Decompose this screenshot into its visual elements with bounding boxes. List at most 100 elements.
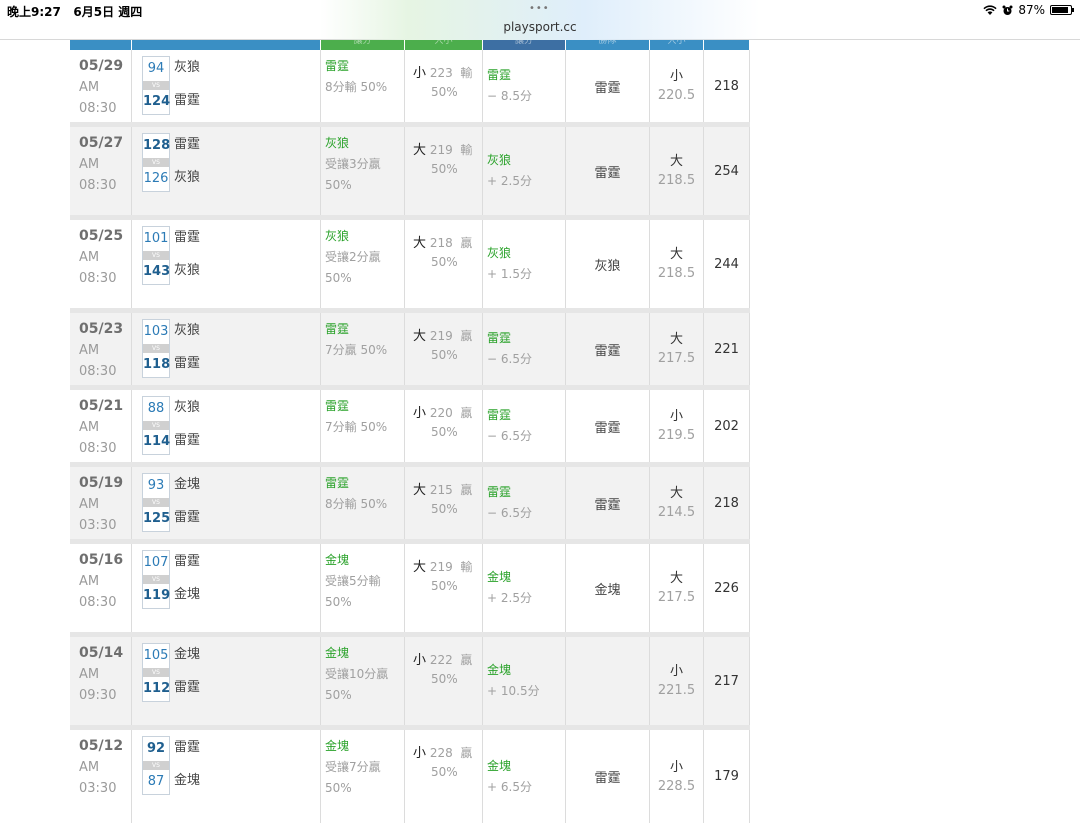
pick-line: + 2.5分: [487, 591, 532, 605]
tab-overflow-dots-icon[interactable]: •••: [529, 3, 550, 14]
away-score: 93: [147, 478, 165, 493]
header-ou[interactable]: 大小: [405, 40, 483, 50]
home-team[interactable]: 雷霆: [174, 506, 200, 530]
table-row[interactable]: 05/29 AM 08:30 94 VS 124 灰狼 雷霆 雷霆 8分輸 50% 小 223 輸5…: [70, 50, 750, 127]
vs-label: VS: [143, 344, 169, 353]
address-bar-url[interactable]: playsport.cc: [0, 20, 1080, 34]
header-score: [132, 40, 321, 50]
spread-team: 雷霆: [325, 59, 350, 73]
spread-team: 灰狼: [325, 136, 350, 150]
battery-percent: 87%: [1018, 3, 1045, 17]
ou-result: 贏: [460, 406, 473, 420]
table-row[interactable]: 05/25 AM 08:30 101 VS 143 雷霆 灰狼 灰狼 受讓2分贏 50% 大 218 …: [70, 220, 750, 313]
home-score: 119: [143, 588, 171, 603]
score-cell[interactable]: 93 VS 125 金塊 雷霆: [132, 467, 321, 539]
header-winner[interactable]: 勝隊: [566, 40, 650, 50]
home-team[interactable]: 金塊: [174, 583, 200, 607]
table-row[interactable]: 05/14 AM 09:30 105 VS 112 金塊 雷霆 金塊 受讓10分贏 50% 小 222…: [70, 637, 750, 730]
over-under-cell: 大 219 贏 50%: [405, 313, 483, 385]
away-team[interactable]: 雷霆: [174, 133, 200, 157]
spread-pick-cell: 雷霆 − 6.5分: [483, 390, 566, 462]
home-team[interactable]: 金塊: [174, 769, 200, 793]
spread-detail: 受讓2分贏: [325, 250, 381, 264]
score-cell[interactable]: 105 VS 112 金塊 雷霆: [132, 637, 321, 725]
score-box: 105 VS 112: [142, 643, 170, 702]
home-team[interactable]: 灰狼: [174, 259, 200, 283]
game-date-cell: 05/19 AM 03:30: [70, 467, 132, 539]
table-row[interactable]: 05/19 AM 03:30 93 VS 125 金塊 雷霆 雷霆 8分輸 50% 大 215 贏5…: [70, 467, 750, 544]
score-cell[interactable]: 101 VS 143 雷霆 灰狼: [132, 220, 321, 308]
score-box: 88 VS 114: [142, 396, 170, 455]
table-body: 05/29 AM 08:30 94 VS 124 灰狼 雷霆 雷霆 8分輸 50% 小 223 輸5…: [70, 50, 750, 823]
ou-percent: 50%: [431, 579, 458, 593]
score-cell[interactable]: 128 VS 126 雷霆 灰狼: [132, 127, 321, 215]
score-cell[interactable]: 88 VS 114 灰狼雷霆: [132, 390, 321, 462]
home-score: 143: [143, 264, 171, 279]
team-names: 雷霆 金塊: [174, 736, 200, 793]
team-names: 雷霆 灰狼: [174, 133, 200, 190]
score-cell[interactable]: 103 VS 118 灰狼 雷霆: [132, 313, 321, 385]
total-points-cell: 244: [704, 220, 750, 308]
status-date: 6月5日 週四: [73, 5, 143, 19]
table-row[interactable]: 05/21 AM 08:30 88 VS 114 灰狼 雷霆 雷霆 7分輸 50% 小 220 贏5…: [70, 390, 750, 467]
away-team[interactable]: 灰狼: [174, 396, 200, 420]
pick-team: 金塊: [487, 663, 512, 677]
away-team[interactable]: 金塊: [174, 473, 200, 497]
pick-team: 雷霆: [487, 408, 512, 422]
away-team[interactable]: 雷霆: [174, 226, 200, 250]
home-team[interactable]: 雷霆: [174, 676, 200, 700]
spread-team: 金塊: [325, 646, 350, 660]
table-header: 讓分 大小 讓分 勝隊 大小: [70, 40, 750, 50]
table-row[interactable]: 05/16 AM 08:30 107 VS 119 雷霆 金塊 金塊 受讓5分輸 50% 大 219 …: [70, 544, 750, 637]
pick-line: + 6.5分: [487, 779, 532, 794]
away-team[interactable]: 灰狼: [174, 56, 200, 80]
total-line-cell: 小 228.5: [650, 730, 704, 823]
total-line-cell: 小 219.5: [650, 390, 704, 462]
ou-direction: 大: [413, 329, 427, 344]
spread-result-cell: 灰狼 受讓2分贏 50%: [321, 220, 405, 308]
vs-label: VS: [143, 498, 169, 507]
pick-line: − 6.5分: [487, 506, 532, 520]
vs-label: VS: [143, 668, 169, 677]
spread-pick-cell: 灰狼 + 2.5分: [483, 127, 566, 215]
vs-label: VS: [143, 158, 169, 167]
spread-result-cell: 金塊 受讓7分贏 50%: [321, 730, 405, 823]
team-names: 金塊 雷霆: [174, 643, 200, 700]
score-cell[interactable]: 107 VS 119 雷霆 金塊: [132, 544, 321, 632]
ou-value: 228: [429, 746, 453, 760]
winner-cell: 雷霆: [566, 390, 650, 462]
line-value: 221.5: [657, 683, 696, 698]
line-direction: 小: [669, 759, 683, 775]
spread-pick-cell: 雷霆 − 8.5分: [483, 50, 566, 122]
game-ampm: AM: [79, 667, 100, 682]
home-team[interactable]: 雷霆: [174, 89, 200, 113]
table-row[interactable]: 05/23 AM 08:30 103 VS 118 灰狼 雷霆 雷霆 7分贏 50% 大 219 贏…: [70, 313, 750, 390]
table-row[interactable]: 05/12 AM 03:30 92 VS 87 雷霆 金塊 金塊 受讓7分贏 50% 小 228 贏5…: [70, 730, 750, 823]
game-date: 05/29: [79, 58, 124, 74]
home-team[interactable]: 雷霆: [174, 352, 200, 376]
away-team[interactable]: 金塊: [174, 643, 200, 667]
game-history-table: 讓分 大小 讓分 勝隊 大小 05/29 AM 08:30 94 VS 124 灰狼 雷霆 雷霆…: [70, 40, 750, 823]
vs-label: VS: [143, 421, 169, 430]
away-score: 105: [143, 648, 169, 663]
game-ampm: AM: [79, 760, 100, 775]
home-team[interactable]: 雷霆: [174, 429, 200, 453]
away-score: 128: [143, 138, 171, 153]
header-line[interactable]: 大小: [650, 40, 704, 50]
header-pick[interactable]: 讓分: [483, 40, 566, 50]
pick-team: 雷霆: [487, 68, 512, 82]
score-cell[interactable]: 94 VS 124 灰狼 雷霆: [132, 50, 321, 122]
ou-result: 輸: [460, 560, 473, 574]
total-points-cell: 179: [704, 730, 750, 823]
away-team[interactable]: 雷霆: [174, 550, 200, 574]
away-team[interactable]: 灰狼: [174, 319, 200, 343]
over-under-cell: 小 222 贏 50%: [405, 637, 483, 725]
header-spread[interactable]: 讓分: [321, 40, 405, 50]
away-team[interactable]: 雷霆: [174, 736, 200, 760]
home-team[interactable]: 灰狼: [174, 166, 200, 190]
ou-result: 贏: [460, 746, 473, 760]
team-names: 灰狼 雷霆: [174, 396, 200, 453]
score-cell[interactable]: 92 VS 87 雷霆 金塊: [132, 730, 321, 823]
game-time: 08:30: [79, 441, 117, 456]
table-row[interactable]: 05/27 AM 08:30 128 VS 126 雷霆 灰狼 灰狼 受讓3分贏 50% 大 219 …: [70, 127, 750, 220]
